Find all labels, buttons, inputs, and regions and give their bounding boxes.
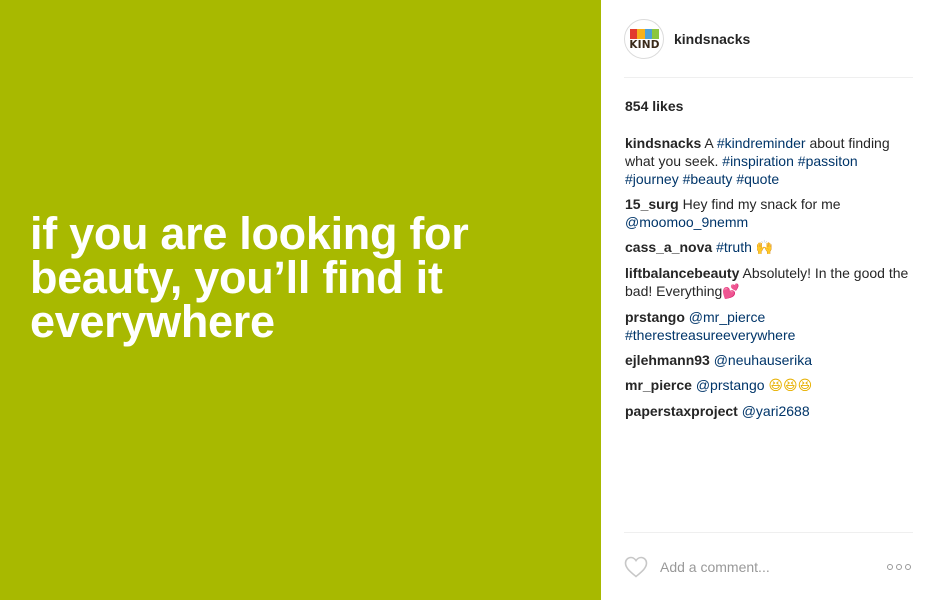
comments-list: kindsnacks A #kindreminder about finding… — [625, 134, 915, 427]
comment-body: @neuhauserika — [710, 352, 812, 368]
kind-logo-stripes — [630, 28, 659, 39]
hashtag-link[interactable]: #beauty — [683, 171, 733, 187]
instagram-post: if you are looking for beauty, you’ll fi… — [0, 0, 936, 600]
comment-item: liftbalancebeauty Absolutely! In the goo… — [625, 264, 915, 301]
mention-link[interactable]: @yari2688 — [742, 403, 810, 419]
comment-item: mr_pierce @prstango 😆😆😆 — [625, 376, 915, 395]
laughing-emoji-icon: 😆😆😆 — [768, 378, 813, 394]
comment-item: prstango @mr_pierce #therestreasureevery… — [625, 308, 915, 344]
comment-item: paperstaxproject @yari2688 — [625, 402, 915, 420]
mention-link[interactable]: @moomoo_9nemm — [625, 214, 748, 230]
raised-hands-emoji-icon: 🙌 — [755, 240, 774, 256]
comment-username[interactable]: cass_a_nova — [625, 239, 712, 255]
quote-line: everywhere — [30, 296, 275, 347]
comment-username[interactable]: prstango — [625, 309, 685, 325]
hashtag-link[interactable]: #inspiration — [722, 153, 794, 169]
logo-stripe-red — [630, 28, 638, 39]
comment-username[interactable]: ejlehmann93 — [625, 352, 710, 368]
logo-stripe-green — [651, 28, 659, 39]
logo-stripe-blue — [644, 28, 652, 39]
comment-body: @prstango 😆😆😆 — [692, 377, 813, 394]
comment-username[interactable]: 15_surg — [625, 196, 679, 212]
hashtag-link[interactable]: #quote — [736, 171, 779, 187]
post-sidebar: KIND kindsnacks 854 likes kindsnacks A #… — [601, 0, 936, 600]
comment-username[interactable]: liftbalancebeauty — [625, 265, 739, 281]
hashtag-link[interactable]: #journey — [625, 171, 679, 187]
comment-username[interactable]: paperstaxproject — [625, 403, 738, 419]
mention-link[interactable]: @neuhauserika — [714, 352, 812, 368]
mention-link[interactable]: @prstango — [696, 377, 765, 393]
hashtag-link[interactable]: #truth — [716, 239, 752, 255]
add-comment-input[interactable] — [660, 558, 870, 575]
comment-item: 15_surg Hey find my snack for me @moomoo… — [625, 195, 915, 231]
logo-stripe-yellow — [637, 28, 645, 39]
post-image[interactable]: if you are looking for beauty, you’ll fi… — [0, 0, 601, 600]
likes-count[interactable]: 854 likes — [625, 98, 683, 114]
comment-body: @yari2688 — [738, 403, 810, 419]
more-options-icon[interactable] — [887, 563, 911, 570]
mention-link[interactable]: @mr_pierce — [689, 309, 765, 325]
kind-logo-text: KIND — [629, 38, 660, 51]
post-image-quote: if you are looking for beauty, you’ll fi… — [30, 208, 570, 347]
post-header: KIND kindsnacks — [624, 0, 913, 78]
post-author-username[interactable]: kindsnacks — [674, 31, 750, 47]
quote-line: beauty, you’ll find it — [30, 252, 443, 303]
hashtag-link[interactable]: #passiton — [798, 153, 858, 169]
more-dot — [887, 563, 893, 570]
hashtag-link[interactable]: #therestreasureeverywhere — [625, 327, 795, 343]
comment-item: ejlehmann93 @neuhauserika — [625, 351, 915, 369]
hashtag-link[interactable]: #kindreminder — [717, 135, 806, 151]
comment-item: cass_a_nova #truth 🙌 — [625, 238, 915, 257]
caption: kindsnacks A #kindreminder about finding… — [625, 134, 915, 188]
more-dot — [896, 563, 902, 570]
post-footer — [624, 532, 913, 600]
avatar[interactable]: KIND — [624, 18, 664, 59]
heart-outline-icon[interactable] — [624, 556, 648, 578]
comment-text: Hey find my snack for me — [678, 196, 841, 212]
more-dot — [905, 563, 911, 570]
two-hearts-emoji-icon: 💕 — [722, 284, 740, 300]
comment-text: A — [701, 135, 717, 151]
comment-body: #truth 🙌 — [712, 239, 774, 256]
comment-username[interactable]: mr_pierce — [625, 377, 692, 393]
comment-username[interactable]: kindsnacks — [625, 135, 701, 151]
quote-line: if you are looking for — [30, 208, 469, 259]
